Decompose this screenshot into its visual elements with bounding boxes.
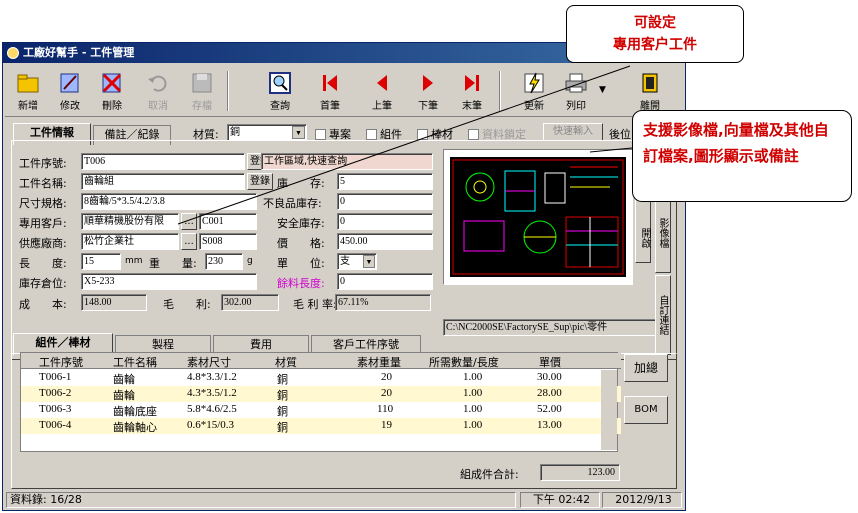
- callout-text-1: 可設定: [634, 15, 676, 31]
- callout-text-2: 專用客户工件: [613, 37, 697, 53]
- callout-dedicated-customer: 可設定 專用客户工件: [566, 5, 744, 63]
- callout-image-support: 支援影像檔,向量檔及其他自訂檔案,圖形顯示或備註: [632, 110, 852, 202]
- callout-pointers: [177, 65, 633, 225]
